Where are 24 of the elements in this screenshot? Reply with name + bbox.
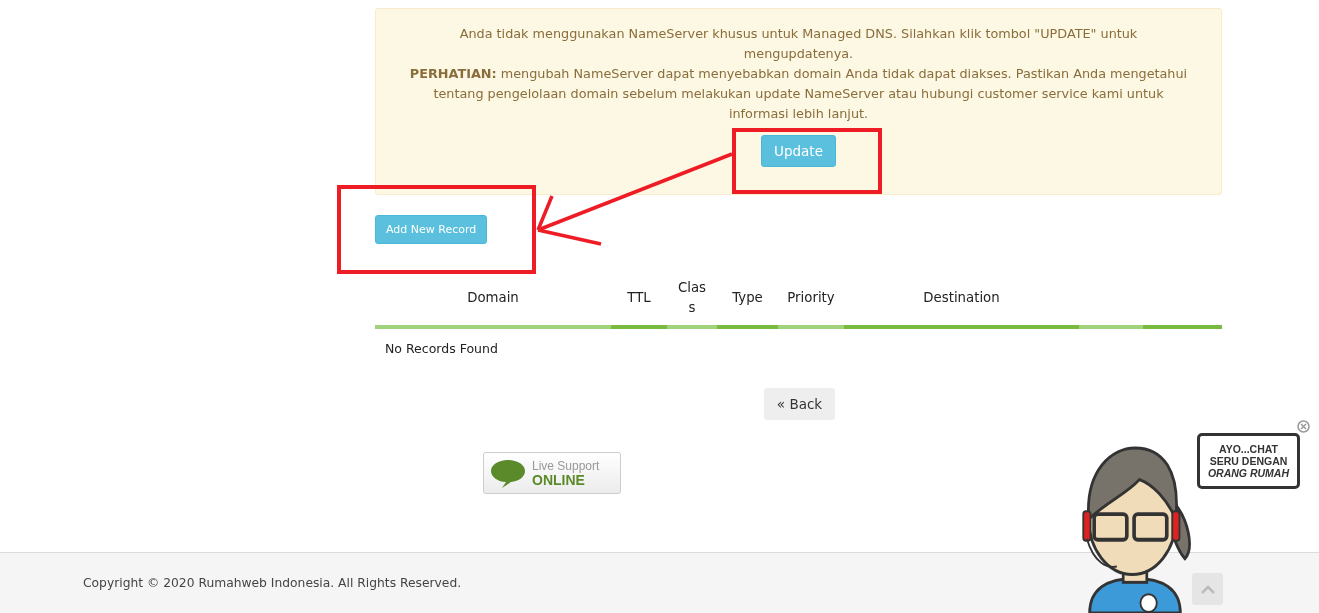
scroll-top-button[interactable] <box>1192 573 1223 605</box>
warning-text: PERHATIAN: mengubah NameServer dapat menyebabkan domain Anda tidak dapat diakses. Pastikan Anda mengetahui tentang pengelolaan domain sebelum melakukan update NameServer atau hubungi customer service kami untuk informasi lebih lanjut. <box>408 65 1189 123</box>
chevron-up-icon <box>1200 584 1215 594</box>
column-header: Domain <box>467 289 519 307</box>
empty-message: No Records Found <box>384 340 499 358</box>
speech-bubble-icon <box>490 458 526 488</box>
column-header: Priority <box>787 289 835 307</box>
add-record-button[interactable]: Add New Record <box>375 215 488 244</box>
chat-bubble[interactable]: AYO...CHAT SERU DENGAN ORANG RUMAH <box>1197 433 1300 489</box>
column-header: Destination <box>923 289 1000 307</box>
chat-bubble-text: SERU DENGAN <box>1209 455 1288 467</box>
live-support-label: Live Support <box>532 459 600 473</box>
close-icon[interactable] <box>1297 420 1310 433</box>
column-header: Type <box>732 289 763 307</box>
live-support-badge[interactable]: Live Support ONLINE <box>483 452 621 494</box>
notice-text: Anda tidak menggunakan NameServer khusus untuk Managed DNS. Silahkan klik tombol "UPDATE" untuk mengupdatenya. <box>458 25 1139 63</box>
back-button[interactable]: « Back <box>763 388 836 420</box>
column-header: TTL <box>627 289 651 307</box>
update-button[interactable]: Update <box>761 135 836 167</box>
chat-bubble-text: ORANG RUMAH <box>1207 467 1290 479</box>
online-label: ONLINE <box>532 473 585 487</box>
copyright-text: Copyright © 2020 Rumahweb Indonesia. All Rights Reserved. <box>83 576 462 590</box>
column-header: Clas s <box>677 279 707 317</box>
chat-bubble-text: AYO...CHAT <box>1219 443 1278 455</box>
